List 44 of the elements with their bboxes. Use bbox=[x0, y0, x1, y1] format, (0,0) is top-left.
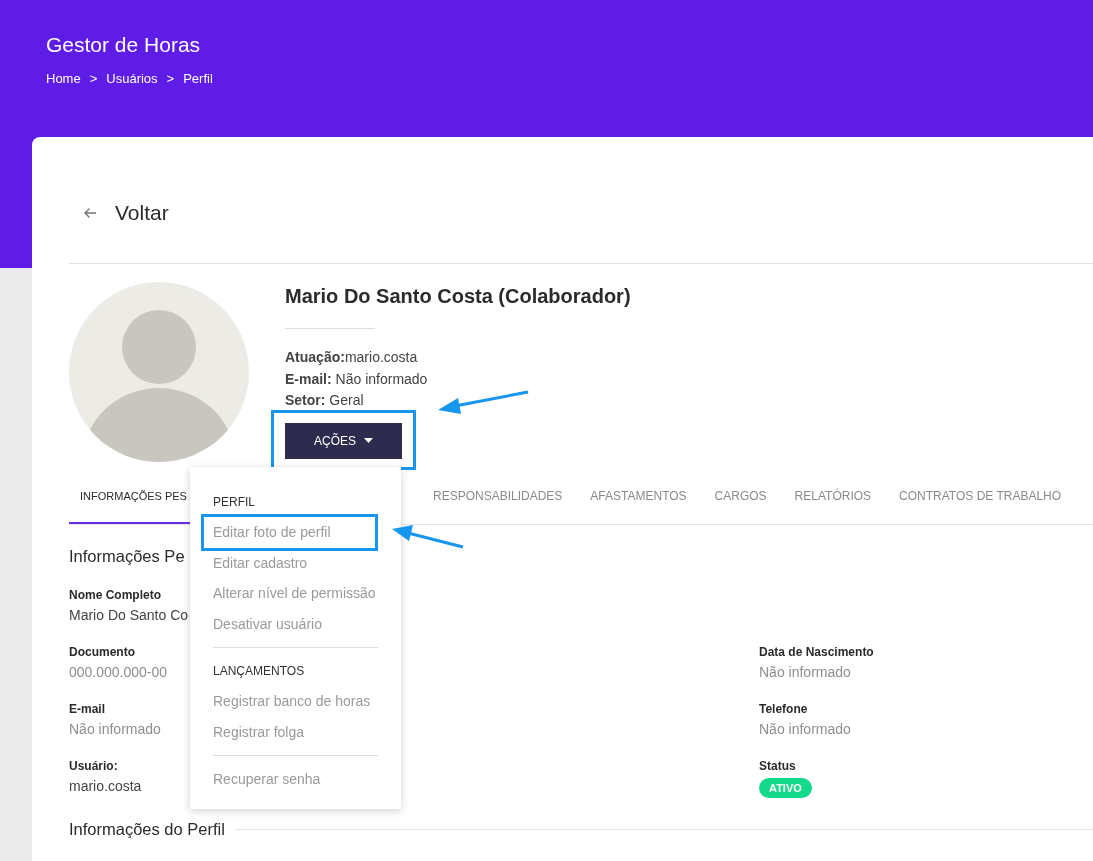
tab[interactable]: CONTRATOS DE TRABALHO bbox=[888, 469, 1073, 524]
field-value: mario.costa bbox=[69, 778, 142, 794]
caret-icon bbox=[364, 438, 373, 443]
tab[interactable]: RELATÓRIOS bbox=[783, 469, 883, 524]
breadcrumb-link[interactable]: Usuários bbox=[106, 71, 158, 86]
field-label: E-mail bbox=[69, 702, 105, 716]
field-label: Documento bbox=[69, 645, 135, 659]
menu-item[interactable]: Recuperar senha bbox=[213, 764, 378, 795]
field-value: Mario Do Santo Co bbox=[69, 607, 189, 623]
field-label: Nome Completo bbox=[69, 588, 161, 602]
field-value: 000.000.000-00 bbox=[69, 664, 168, 680]
user-name: Mario Do Santo Costa (Colaborador) bbox=[285, 285, 631, 308]
back-label[interactable]: Voltar bbox=[115, 201, 169, 225]
breadcrumb-separator: > bbox=[89, 71, 98, 86]
field-value: Não informado bbox=[759, 721, 851, 737]
section-title: Informações Pe bbox=[69, 547, 185, 566]
breadcrumb-link[interactable]: Perfil bbox=[183, 71, 213, 86]
actions-button[interactable]: AÇÕES bbox=[285, 422, 402, 459]
field-label: Telefone bbox=[759, 702, 808, 716]
field-label: Data de Nascimento bbox=[759, 645, 874, 659]
profile-detail: Atuação:mario.costa bbox=[285, 348, 418, 367]
tab[interactable]: RESPONSABILIDADES bbox=[421, 469, 574, 524]
tab[interactable]: CARGOS bbox=[703, 469, 778, 524]
field-value: Não informado bbox=[759, 664, 851, 680]
breadcrumb-separator: > bbox=[166, 71, 175, 86]
menu-item[interactable]: Alterar nível de permissão bbox=[213, 578, 378, 609]
app-title: Gestor de Horas bbox=[46, 33, 202, 57]
status-badge: ATIVO bbox=[759, 778, 812, 798]
menu-item[interactable]: Editar foto de perfil bbox=[201, 514, 378, 551]
menu-item[interactable]: Registrar banco de horas bbox=[213, 686, 378, 717]
menu-item[interactable]: Desativar usuário bbox=[213, 608, 378, 639]
menu-item[interactable]: Registrar folga bbox=[213, 716, 378, 747]
menu-heading: PERFIL bbox=[212, 495, 256, 509]
back-arrow-icon[interactable] bbox=[83, 207, 97, 219]
profile-detail: E-mail: Não informado bbox=[285, 369, 428, 389]
field-label: Usuário: bbox=[69, 759, 118, 773]
field-value: Não informado bbox=[69, 721, 161, 737]
section-title: Informações do Perfil bbox=[69, 820, 225, 839]
breadcrumb-link[interactable]: Home bbox=[46, 71, 81, 86]
profile-detail: Setor: Geral bbox=[285, 391, 364, 410]
pointer-arrow bbox=[392, 525, 464, 549]
field-label: Status bbox=[759, 759, 796, 773]
menu-heading: LANÇAMENTOS bbox=[212, 664, 306, 678]
tab[interactable]: AFASTAMENTOS bbox=[579, 469, 698, 524]
